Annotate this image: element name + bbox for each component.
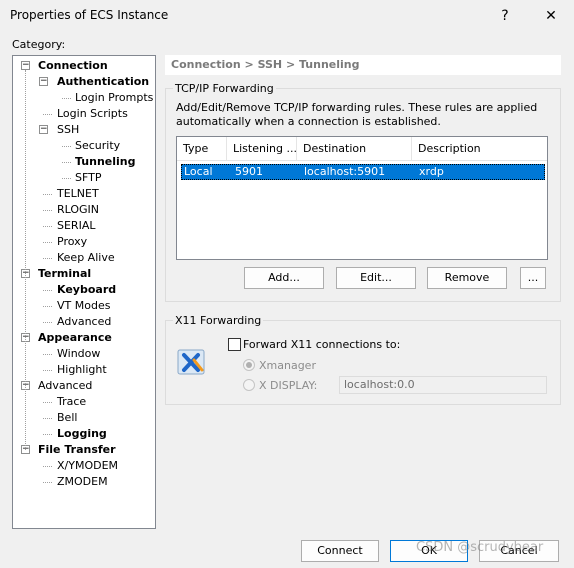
column-header-destination[interactable]: Destination: [297, 137, 412, 161]
tree-connector: [62, 146, 71, 147]
tree-connector: [43, 466, 52, 467]
tree-item-highlight[interactable]: Highlight: [57, 362, 107, 378]
tree-connector: [43, 370, 52, 371]
tree-item-keep-alive[interactable]: Keep Alive: [57, 250, 115, 266]
tree-item-connection[interactable]: Connection: [38, 58, 108, 74]
tcpip-description-line-2: automatically when a connection is estab…: [176, 115, 441, 128]
tree-item-terminal[interactable]: Terminal: [38, 266, 91, 282]
tcpip-description-line-1: Add/Edit/Remove TCP/IP forwarding rules.…: [176, 101, 538, 114]
column-header-type[interactable]: Type: [177, 137, 227, 161]
watermark-text: CSDN @scrudybear: [416, 540, 544, 555]
tree-item-x-ymodem[interactable]: X/YMODEM: [57, 458, 118, 474]
tree-connector: [43, 322, 52, 323]
tree-item-sftp[interactable]: SFTP: [75, 170, 101, 186]
edit-button[interactable]: Edit...: [336, 267, 416, 289]
column-header-listening[interactable]: Listening ...: [227, 137, 297, 161]
xdisplay-label: X DISPLAY:: [259, 379, 318, 392]
tree-connector: [43, 226, 52, 227]
window-title: Properties of ECS Instance: [10, 8, 169, 22]
tree-connector: [25, 70, 26, 450]
column-header-description[interactable]: Description: [412, 137, 547, 161]
tree-connector: [62, 178, 71, 179]
xmanager-icon: [176, 346, 208, 378]
tree-connector: [43, 258, 52, 259]
tree-item-proxy[interactable]: Proxy: [57, 234, 87, 250]
more-button[interactable]: ...: [520, 267, 546, 289]
tree-connector: [43, 306, 52, 307]
tree-connector: [43, 210, 52, 211]
breadcrumb: Connection > SSH > Tunneling: [165, 55, 561, 75]
cell-type: Local: [184, 165, 213, 178]
tree-item-advanced[interactable]: Advanced: [38, 378, 92, 394]
cell-description: xrdp: [419, 165, 444, 178]
category-label: Category:: [12, 38, 66, 51]
tree-expander-icon[interactable]: −: [39, 77, 48, 86]
tree-connector: [43, 434, 52, 435]
tree-item-vt-modes[interactable]: VT Modes: [57, 298, 110, 314]
tree-connector: [62, 162, 71, 163]
tree-connector: [43, 242, 52, 243]
connect-button[interactable]: Connect: [301, 540, 379, 562]
help-button[interactable]: ?: [482, 0, 528, 32]
tcpip-group-title: TCP/IP Forwarding: [173, 82, 276, 95]
x11-group-title: X11 Forwarding: [173, 314, 264, 327]
category-tree[interactable]: − Connection − Authentication Login Prompts L…: [12, 55, 156, 529]
tree-item-ssh[interactable]: SSH: [57, 122, 79, 138]
tree-item-rlogin[interactable]: RLOGIN: [57, 202, 99, 218]
tree-connector: [43, 418, 52, 419]
tree-connector: [43, 290, 52, 291]
tree-item-login-scripts[interactable]: Login Scripts: [57, 106, 128, 122]
xdisplay-input[interactable]: localhost:0.0: [339, 376, 547, 394]
forward-x11-checkbox[interactable]: [228, 338, 241, 351]
tree-item-advanced[interactable]: Advanced: [57, 314, 111, 330]
tree-item-login-prompts[interactable]: Login Prompts: [75, 90, 153, 106]
xmanager-label: Xmanager: [259, 359, 316, 372]
forwarding-rules-list[interactable]: Type Listening ... Destination Descripti…: [176, 136, 548, 260]
tree-connector: [43, 482, 52, 483]
tree-connector: [43, 402, 52, 403]
tree-expander-icon[interactable]: −: [39, 125, 48, 134]
tree-item-security[interactable]: Security: [75, 138, 120, 154]
tree-item-bell[interactable]: Bell: [57, 410, 77, 426]
tree-item-serial[interactable]: SERIAL: [57, 218, 95, 234]
close-button[interactable]: ✕: [528, 0, 574, 32]
tree-item-zmodem[interactable]: ZMODEM: [57, 474, 108, 490]
tree-item-authentication[interactable]: Authentication: [57, 74, 149, 90]
cell-destination: localhost:5901: [304, 165, 386, 178]
tree-connector: [62, 98, 71, 99]
tree-item-tunneling[interactable]: Tunneling: [75, 154, 136, 170]
xdisplay-radio[interactable]: [243, 379, 255, 391]
tree-item-logging[interactable]: Logging: [57, 426, 107, 442]
cell-listening: 5901: [235, 165, 263, 178]
remove-button[interactable]: Remove: [427, 267, 507, 289]
table-row[interactable]: Local 5901 localhost:5901 xrdp: [181, 164, 545, 180]
xmanager-radio[interactable]: [243, 359, 255, 371]
tree-item-trace[interactable]: Trace: [57, 394, 86, 410]
tree-item-keyboard[interactable]: Keyboard: [57, 282, 116, 298]
tree-item-telnet[interactable]: TELNET: [57, 186, 99, 202]
tree-connector: [43, 194, 52, 195]
add-button[interactable]: Add...: [244, 267, 324, 289]
tree-item-file-transfer[interactable]: File Transfer: [38, 442, 116, 458]
forward-x11-label: Forward X11 connections to:: [243, 338, 401, 351]
tree-item-appearance[interactable]: Appearance: [38, 330, 112, 346]
tree-expander-icon[interactable]: −: [21, 61, 30, 70]
tree-connector: [43, 354, 52, 355]
tree-connector: [43, 114, 52, 115]
tree-item-window[interactable]: Window: [57, 346, 100, 362]
